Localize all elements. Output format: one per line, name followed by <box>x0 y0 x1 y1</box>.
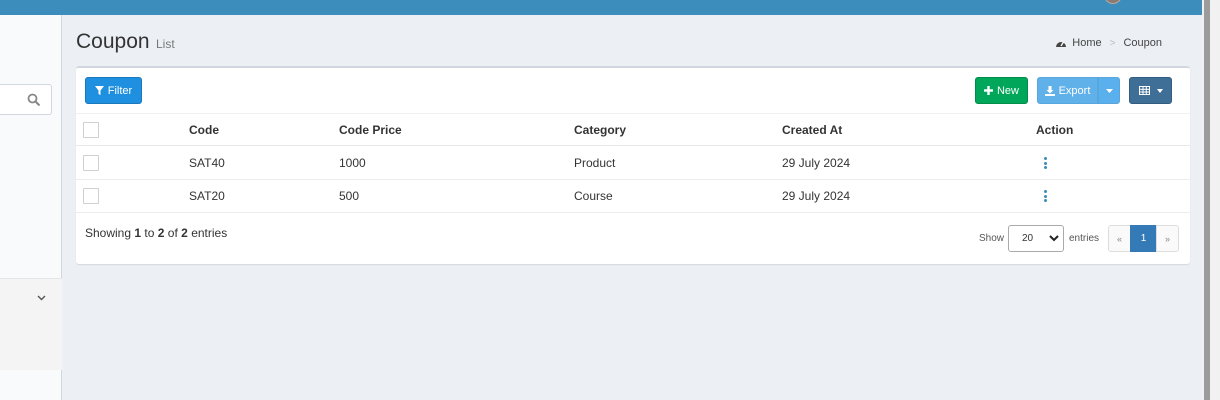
page-title: Coupon <box>76 30 150 53</box>
column-header-code-price[interactable]: Code Price <box>339 114 402 147</box>
summary-total: 2 <box>181 226 188 240</box>
summary-of-word: of <box>167 226 178 240</box>
page-button-current[interactable]: 1 <box>1130 225 1157 252</box>
per-page-suffix: entries <box>1069 233 1100 244</box>
scrollbar-thumb[interactable] <box>1204 0 1210 400</box>
filter-icon <box>94 86 104 95</box>
cell-category: Product <box>574 156 616 170</box>
export-dropdown-toggle[interactable] <box>1098 77 1120 104</box>
chevron-down-icon[interactable] <box>37 295 46 301</box>
cell-code: SAT40 <box>189 156 225 170</box>
columns-toggle-button[interactable] <box>1129 77 1172 104</box>
sidebar <box>0 15 62 400</box>
cell-code-price: 1000 <box>339 156 366 170</box>
cell-created-at: 29 July 2024 <box>782 156 851 170</box>
row-checkbox[interactable] <box>83 155 99 171</box>
row-checkbox[interactable] <box>83 188 99 204</box>
content-header: Coupon List Home > Coupon <box>76 28 1186 58</box>
plus-icon <box>983 86 993 95</box>
column-header-code[interactable]: Code <box>189 114 219 147</box>
breadcrumb: Home > Coupon <box>1055 37 1162 49</box>
per-page-label: Show <box>979 233 1005 244</box>
download-icon <box>1044 85 1055 96</box>
kebab-menu-icon[interactable] <box>1044 190 1048 204</box>
cell-created-at: 29 July 2024 <box>782 189 851 203</box>
search-icon[interactable] <box>27 93 41 107</box>
export-button[interactable]: Export <box>1037 77 1098 104</box>
select-all-checkbox[interactable] <box>83 122 99 138</box>
new-button-label: New <box>996 84 1019 97</box>
table-row: SAT40 1000 Product 29 July 2024 <box>76 147 1190 180</box>
filter-button-label: Filter <box>107 84 133 97</box>
pagination-summary: Showing 1 to 2 of 2 entries <box>85 226 227 240</box>
filter-button[interactable]: Filter <box>85 77 142 104</box>
user-avatar[interactable] <box>1104 0 1122 4</box>
export-button-label: Export <box>1058 84 1091 97</box>
sidebar-search-input[interactable] <box>0 84 52 115</box>
sidebar-menu-group[interactable] <box>0 278 62 370</box>
summary-entries-word: entries <box>191 226 228 240</box>
column-header-created-at[interactable]: Created At <box>782 114 842 147</box>
prev-page-button[interactable]: « <box>1108 225 1131 252</box>
summary-from: 1 <box>134 226 142 240</box>
kebab-menu-icon[interactable] <box>1044 157 1048 171</box>
cell-code-price: 500 <box>339 189 360 203</box>
table-row: SAT20 500 Course 29 July 2024 <box>76 180 1190 213</box>
caret-down-icon <box>1156 88 1163 93</box>
top-navbar <box>0 0 1202 15</box>
summary-to-word: to <box>144 226 155 240</box>
summary-prefix: Showing <box>85 226 132 240</box>
breadcrumb-current: Coupon <box>1123 37 1162 49</box>
breadcrumb-separator: > <box>1109 37 1116 49</box>
column-header-category[interactable]: Category <box>574 114 626 147</box>
cell-code: SAT20 <box>189 189 225 203</box>
page-subtitle: List <box>156 37 175 51</box>
page-scrollbar[interactable] <box>1202 0 1220 400</box>
per-page-select[interactable]: 20 <box>1008 225 1064 252</box>
dashboard-icon <box>1056 41 1067 47</box>
next-page-button[interactable]: » <box>1156 225 1179 252</box>
chevron-down-icon <box>1049 235 1059 242</box>
summary-to: 2 <box>157 226 165 240</box>
per-page-value: 20 <box>1022 233 1034 244</box>
table-icon <box>1138 86 1150 95</box>
grid-header: Code Code Price Category Created At Acti… <box>76 113 1190 146</box>
pagination: « 1 » <box>1108 225 1179 252</box>
column-header-action: Action <box>1036 123 1074 137</box>
cell-category: Course <box>574 189 613 203</box>
caret-down-icon <box>1105 88 1113 93</box>
coupon-grid-box: Filter New Export Code Code Price Catego… <box>76 66 1190 264</box>
new-button[interactable]: New <box>975 77 1028 104</box>
breadcrumb-home-link[interactable]: Home <box>1072 37 1101 49</box>
